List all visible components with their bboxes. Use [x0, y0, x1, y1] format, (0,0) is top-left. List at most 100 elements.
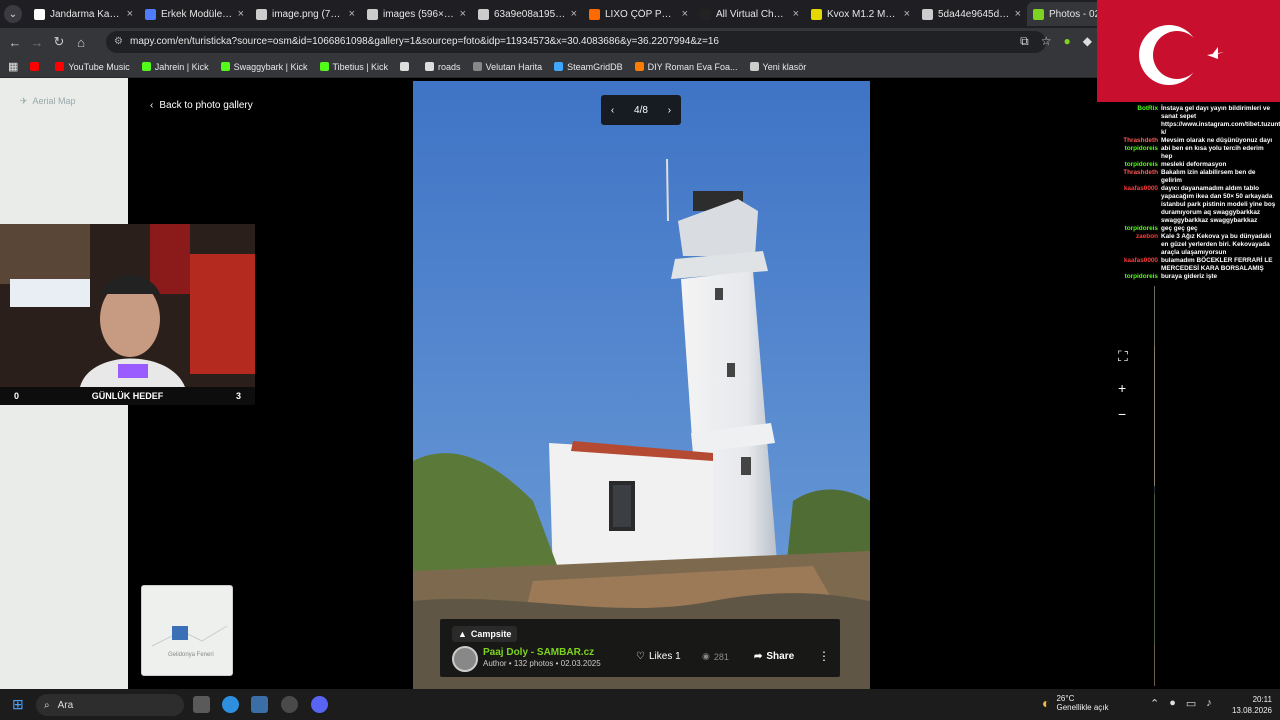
bookmark-favicon-icon — [55, 62, 65, 71]
tab-favicon-icon — [1033, 8, 1044, 20]
chat-username[interactable]: torpidoreis — [1109, 145, 1161, 153]
tab-close-icon[interactable]: × — [238, 8, 244, 20]
browser-tab[interactable]: Jandarma Kamufla × — [28, 2, 139, 26]
chat-username[interactable]: zaebon — [1109, 233, 1161, 241]
mic-icon[interactable]: ● — [1169, 697, 1176, 710]
tab-search-button[interactable]: ⌄ — [4, 5, 22, 23]
temperature: 26°C — [1056, 694, 1075, 703]
bookmark-item[interactable]: SteamGridDB — [554, 62, 623, 72]
author-name-link[interactable]: Paaj Doly - SAMBAR.cz — [483, 647, 594, 658]
tab-close-icon[interactable]: × — [127, 8, 133, 20]
home-icon[interactable]: ⌂ — [70, 35, 92, 50]
like-button[interactable]: ♡ Likes 1 — [636, 651, 681, 662]
bookmark-item[interactable]: Swaggybark | Kick — [220, 62, 308, 72]
chat-message: torpidoreis mesleki deformasyon — [1097, 161, 1280, 169]
site-info-icon[interactable]: ⚙ — [114, 31, 123, 53]
more-options-icon[interactable]: ⋮ — [818, 649, 830, 663]
next-photo-button[interactable]: › — [668, 105, 671, 116]
chat-text: abi ben en kısa yolu tercih ederim hep — [1161, 145, 1264, 160]
volume-icon[interactable]: ♪ — [1206, 697, 1212, 710]
bookmark-item[interactable]: YouTube Music — [55, 62, 130, 72]
chat-username[interactable]: torpidoreis — [1109, 273, 1161, 281]
back-to-gallery-link[interactable]: ‹ Back to photo gallery — [150, 100, 253, 111]
aerial-map-label: Aerial Map — [32, 96, 76, 106]
chat-username[interactable]: Thrashdeth — [1109, 169, 1161, 177]
tab-title: images (596×335) — [383, 8, 456, 20]
install-app-icon[interactable]: ⧉ — [1020, 34, 1029, 49]
aerial-map-button[interactable]: ✈ Aerial Map — [20, 96, 76, 107]
chat-text: Mevsim olarak ne düşünüyonuz dayı — [1161, 137, 1273, 144]
app-icon[interactable] — [281, 696, 298, 713]
tab-favicon-icon — [811, 8, 822, 20]
bookmark-item[interactable]: Tibetius | Kick — [319, 62, 388, 72]
share-button[interactable]: ➦ Share — [754, 651, 794, 662]
bookmark-item[interactable]: Yeni klasör — [749, 62, 806, 72]
tab-close-icon[interactable]: × — [904, 8, 910, 20]
bookmark-item[interactable]: Jahrein | Kick — [141, 62, 209, 72]
bookmark-label: SteamGridDB — [567, 61, 623, 72]
chat-username[interactable]: kaafas0000 — [1109, 257, 1161, 265]
mini-map-label: Gelidonya Feneri — [168, 652, 214, 658]
tab-close-icon[interactable]: × — [349, 8, 355, 20]
reload-icon[interactable]: ↻ — [48, 34, 70, 50]
bookmarks-bar: ▦ YouTube Music Jahrein | Kick Swaggybark … — [0, 56, 1100, 78]
browser-tab[interactable]: 5da44e9645d2a0 × — [916, 2, 1027, 26]
browser-tab[interactable]: images (596×335) × — [361, 2, 472, 26]
address-bar[interactable]: ⚙ mapy.com/en/turisticka?source=osm&id=1… — [106, 31, 1046, 53]
tab-close-icon[interactable]: × — [1015, 8, 1021, 20]
tab-close-icon[interactable]: × — [793, 8, 799, 20]
windows-start-icon[interactable]: ⊞ — [12, 696, 24, 713]
bookmark-item[interactable]: DIY Roman Eva Foa... — [634, 62, 738, 72]
bookmark-favicon-icon — [554, 62, 564, 71]
tab-favicon-icon — [34, 8, 45, 20]
turkish-flag-overlay — [1097, 0, 1280, 102]
author-avatar[interactable] — [452, 646, 478, 672]
taskbar-clock[interactable]: 20:11 13.08.2026 — [1226, 694, 1272, 716]
mini-map[interactable]: Gelidonya Feneri — [141, 585, 233, 676]
chat-username[interactable]: kaafas0000 — [1109, 185, 1161, 193]
browser-toolbar: ← → ↻ ⌂ ⚙ mapy.com/en/turisticka?source=… — [0, 28, 1100, 56]
goal-target: 3 — [235, 391, 241, 401]
tab-close-icon[interactable]: × — [460, 8, 466, 20]
file-explorer-icon[interactable] — [193, 696, 210, 713]
discord-icon[interactable] — [311, 696, 328, 713]
browser-tab[interactable]: LİXO ÇÖP POŞETİ × — [583, 2, 694, 26]
bookmark-item[interactable] — [400, 62, 413, 72]
category-label: Campsite — [470, 629, 512, 639]
tab-close-icon[interactable]: × — [571, 8, 577, 20]
browser-tab[interactable]: image.png (718× × — [250, 2, 361, 26]
bookmark-label: roads — [438, 61, 461, 72]
bookmark-item[interactable]: Velutan Harita — [472, 62, 542, 72]
heart-icon: ♡ — [636, 651, 645, 662]
browser-tab[interactable]: 63a9e08a1959eg × — [472, 2, 583, 26]
bookmark-item[interactable]: roads — [425, 62, 461, 72]
apps-grid-icon[interactable]: ▦ — [8, 60, 18, 73]
chat-username[interactable]: torpidoreis — [1109, 225, 1161, 233]
prev-photo-button[interactable]: ‹ — [611, 105, 614, 116]
tab-favicon-icon — [589, 8, 600, 20]
chat-username[interactable]: torpidoreis — [1109, 161, 1161, 169]
tab-close-icon[interactable]: × — [682, 8, 688, 20]
chat-username[interactable]: BotRix — [1109, 105, 1161, 113]
tab-favicon-icon — [145, 8, 156, 20]
chevron-up-icon[interactable]: ⌃ — [1150, 697, 1159, 710]
extensions-puzzle-icon[interactable]: ◆ — [1083, 34, 1092, 49]
chat-username[interactable]: Thrashdeth — [1109, 137, 1161, 145]
forward-icon[interactable]: → — [26, 35, 48, 50]
extension-icon[interactable]: ● — [1064, 34, 1071, 49]
back-icon[interactable]: ← — [4, 35, 26, 50]
bookmark-star-icon[interactable]: ☆ — [1041, 34, 1052, 49]
taskbar-search[interactable]: ⌕ Ara — [36, 694, 184, 716]
bookmark-item[interactable] — [30, 62, 43, 72]
lighthouse-image — [413, 81, 870, 689]
network-icon[interactable]: ▭ — [1186, 697, 1196, 710]
browser-tab[interactable]: Kvox M1.2 Motos × — [805, 2, 916, 26]
chat-message: torpidoreis abi ben en kısa yolu tercih e… — [1097, 145, 1280, 161]
share-icon: ➦ — [754, 651, 763, 662]
browser-tab[interactable]: All Virtual Challen × — [694, 2, 805, 26]
app-icon[interactable] — [251, 696, 268, 713]
weather-widget[interactable]: ◐ 26°C Genellikle açık — [1042, 694, 1109, 712]
browser-tab[interactable]: Erkek Modüler&D × — [139, 2, 250, 26]
chrome-icon[interactable] — [222, 696, 239, 713]
chat-text: dayıcı dayanamadım aldım tablo yapacağım… — [1161, 185, 1276, 224]
